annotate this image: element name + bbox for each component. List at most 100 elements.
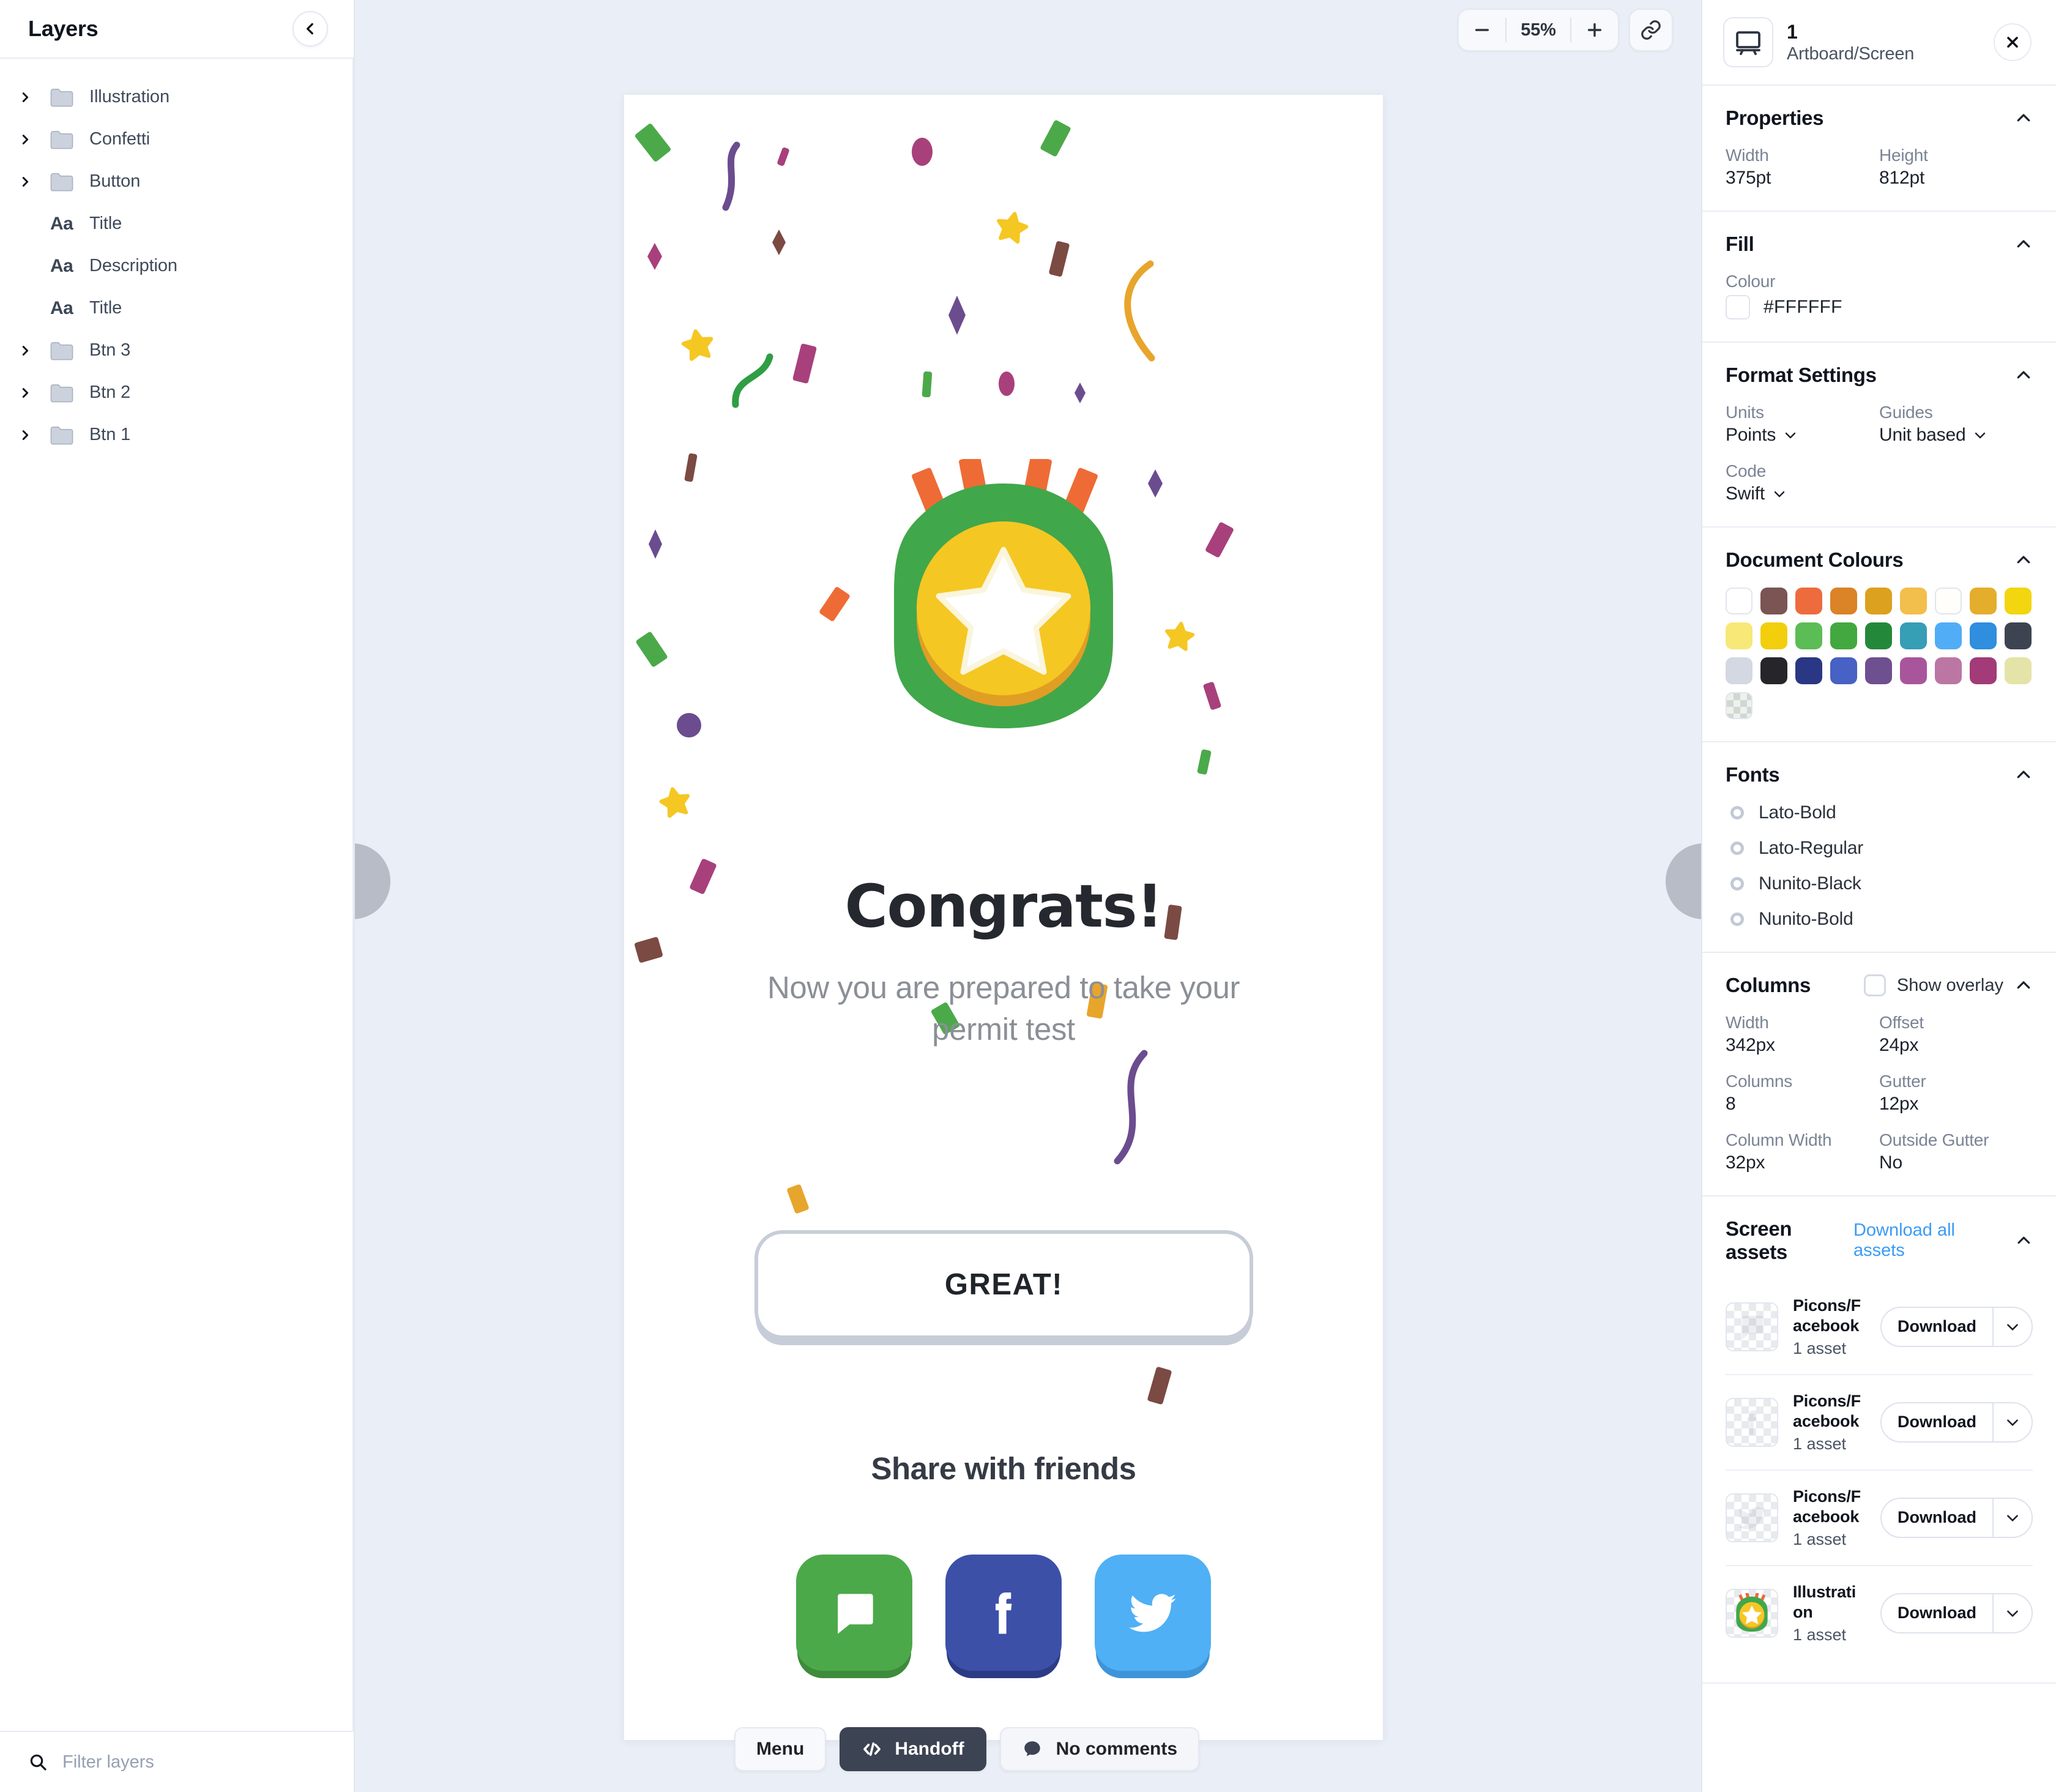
share-facebook-button[interactable] — [945, 1555, 1062, 1671]
layer-row[interactable]: Illustration — [0, 76, 352, 118]
colour-swatch[interactable] — [1970, 657, 1997, 684]
download-button[interactable]: Download — [1882, 1499, 1992, 1537]
chevron-up-icon[interactable] — [2014, 976, 2033, 995]
layer-row[interactable]: Confetti — [0, 118, 352, 160]
layer-label: Description — [89, 256, 177, 275]
zoom-level-value[interactable]: 55% — [1507, 20, 1570, 40]
colour-swatch[interactable] — [1865, 657, 1892, 684]
colour-swatch[interactable] — [1795, 622, 1822, 649]
expand-layer-toggle[interactable] — [18, 175, 50, 189]
section-header[interactable]: Format Settings — [1726, 364, 2033, 387]
colour-swatch[interactable] — [1900, 622, 1927, 649]
fill-colour-row[interactable]: #FFFFFF — [1726, 295, 2033, 319]
download-options-button[interactable] — [1992, 1403, 2032, 1441]
plus-icon — [1587, 23, 1602, 37]
colour-swatch[interactable] — [1935, 588, 1962, 614]
section-header[interactable]: Document Colours — [1726, 548, 2033, 572]
collapse-panel-button[interactable] — [292, 11, 328, 47]
layer-row[interactable]: Button — [0, 160, 352, 203]
colour-swatch[interactable] — [1830, 622, 1857, 649]
download-options-button[interactable] — [1992, 1307, 2032, 1346]
show-overlay-checkbox[interactable] — [1863, 974, 1886, 996]
code-select[interactable]: Swift — [1726, 483, 1879, 504]
layer-row[interactable]: Aa Title — [0, 287, 352, 329]
layer-row[interactable]: Btn 2 — [0, 371, 352, 414]
comment-icon — [1024, 1741, 1040, 1757]
colour-swatch[interactable] — [1795, 588, 1822, 614]
download-all-assets-link[interactable]: Download all assets — [1853, 1220, 2004, 1261]
section-header[interactable]: Fill — [1726, 233, 2033, 256]
share-message-button[interactable] — [796, 1555, 912, 1671]
font-item[interactable]: Lato-Regular — [1730, 838, 2033, 859]
colour-swatch[interactable] — [2005, 588, 2032, 614]
download-options-button[interactable] — [1992, 1594, 2032, 1632]
section-header[interactable]: Properties — [1726, 106, 2033, 130]
colour-swatch[interactable] — [1935, 622, 1962, 649]
menu-button[interactable]: Menu — [734, 1727, 827, 1771]
section-title: Properties — [1726, 106, 1824, 129]
expand-layer-toggle[interactable] — [18, 386, 50, 400]
download-options-button[interactable] — [1992, 1498, 2032, 1537]
colour-swatch[interactable] — [1830, 588, 1857, 614]
colour-swatch[interactable] — [1900, 657, 1927, 684]
download-button[interactable]: Download — [1882, 1308, 1992, 1346]
previous-screen-button[interactable] — [355, 843, 390, 919]
chevron-up-icon[interactable] — [2014, 766, 2033, 784]
chevron-up-icon[interactable] — [2015, 1231, 2033, 1250]
font-item[interactable]: Lato-Bold — [1730, 802, 2033, 823]
layer-row[interactable]: Btn 3 — [0, 329, 352, 371]
columns-width-value: 342px — [1726, 1035, 1775, 1055]
font-item[interactable]: Nunito-Black — [1730, 873, 2033, 894]
chevron-up-icon[interactable] — [2014, 366, 2033, 384]
expand-layer-toggle[interactable] — [18, 428, 50, 442]
colour-swatch[interactable] — [1865, 622, 1892, 649]
colour-swatch[interactable] — [1760, 622, 1787, 649]
colour-swatch[interactable] — [1970, 588, 1997, 614]
expand-layer-toggle[interactable] — [18, 133, 50, 146]
screen-assets-header-right: Download all assets — [1853, 1220, 2033, 1261]
download-button[interactable]: Download — [1882, 1403, 1992, 1441]
artboard-canvas[interactable]: Congrats! Now you are prepared to take y… — [624, 95, 1383, 1740]
next-screen-button[interactable] — [1666, 843, 1701, 919]
font-item[interactable]: Nunito-Bold — [1730, 909, 2033, 930]
zoom-out-button[interactable] — [1459, 10, 1505, 50]
units-select[interactable]: Points — [1726, 425, 1879, 446]
expand-layer-toggle[interactable] — [18, 91, 50, 104]
guides-select[interactable]: Unit based — [1879, 425, 2033, 446]
chevron-up-icon[interactable] — [2014, 235, 2033, 253]
colour-swatch[interactable] — [1970, 622, 1997, 649]
colour-swatch[interactable] — [1726, 622, 1752, 649]
comments-button[interactable]: No comments — [999, 1727, 1200, 1771]
colour-swatch[interactable] — [1726, 657, 1752, 684]
section-title: Document Colours — [1726, 548, 1904, 571]
copy-link-button[interactable] — [1629, 9, 1673, 51]
handoff-button[interactable]: Handoff — [840, 1727, 986, 1771]
canvas-area[interactable]: 55% Congrats! Now you are prepared to ta… — [355, 0, 1701, 1792]
colour-swatch[interactable] — [1760, 588, 1787, 614]
section-header[interactable]: Fonts — [1726, 763, 2033, 786]
design-share-title: Share with friends — [871, 1451, 1136, 1486]
colour-swatch[interactable] — [1726, 692, 1752, 719]
colour-swatch[interactable] — [1830, 657, 1857, 684]
expand-layer-toggle[interactable] — [18, 344, 50, 357]
colour-swatch[interactable] — [1935, 657, 1962, 684]
layer-row[interactable]: Aa Title — [0, 203, 352, 245]
colour-swatch[interactable] — [1760, 657, 1787, 684]
download-button[interactable]: Download — [1882, 1594, 1992, 1632]
colour-swatch[interactable] — [1726, 588, 1752, 614]
colour-swatch[interactable] — [2005, 622, 2032, 649]
colour-swatch[interactable] — [1795, 657, 1822, 684]
zoom-in-button[interactable] — [1571, 10, 1618, 50]
chevron-up-icon[interactable] — [2014, 109, 2033, 127]
layer-row[interactable]: Aa Description — [0, 245, 352, 287]
design-cta-button[interactable]: GREAT! — [754, 1230, 1253, 1339]
close-inspector-button[interactable] — [1994, 23, 2032, 61]
colour-swatch[interactable] — [2005, 657, 2032, 684]
confetti-star-icon — [997, 212, 1029, 244]
filter-layers-input[interactable] — [62, 1752, 326, 1772]
share-twitter-button[interactable] — [1095, 1555, 1211, 1671]
colour-swatch[interactable] — [1865, 588, 1892, 614]
layer-row[interactable]: Btn 1 — [0, 414, 352, 456]
colour-swatch[interactable] — [1900, 588, 1927, 614]
chevron-up-icon[interactable] — [2014, 551, 2033, 569]
